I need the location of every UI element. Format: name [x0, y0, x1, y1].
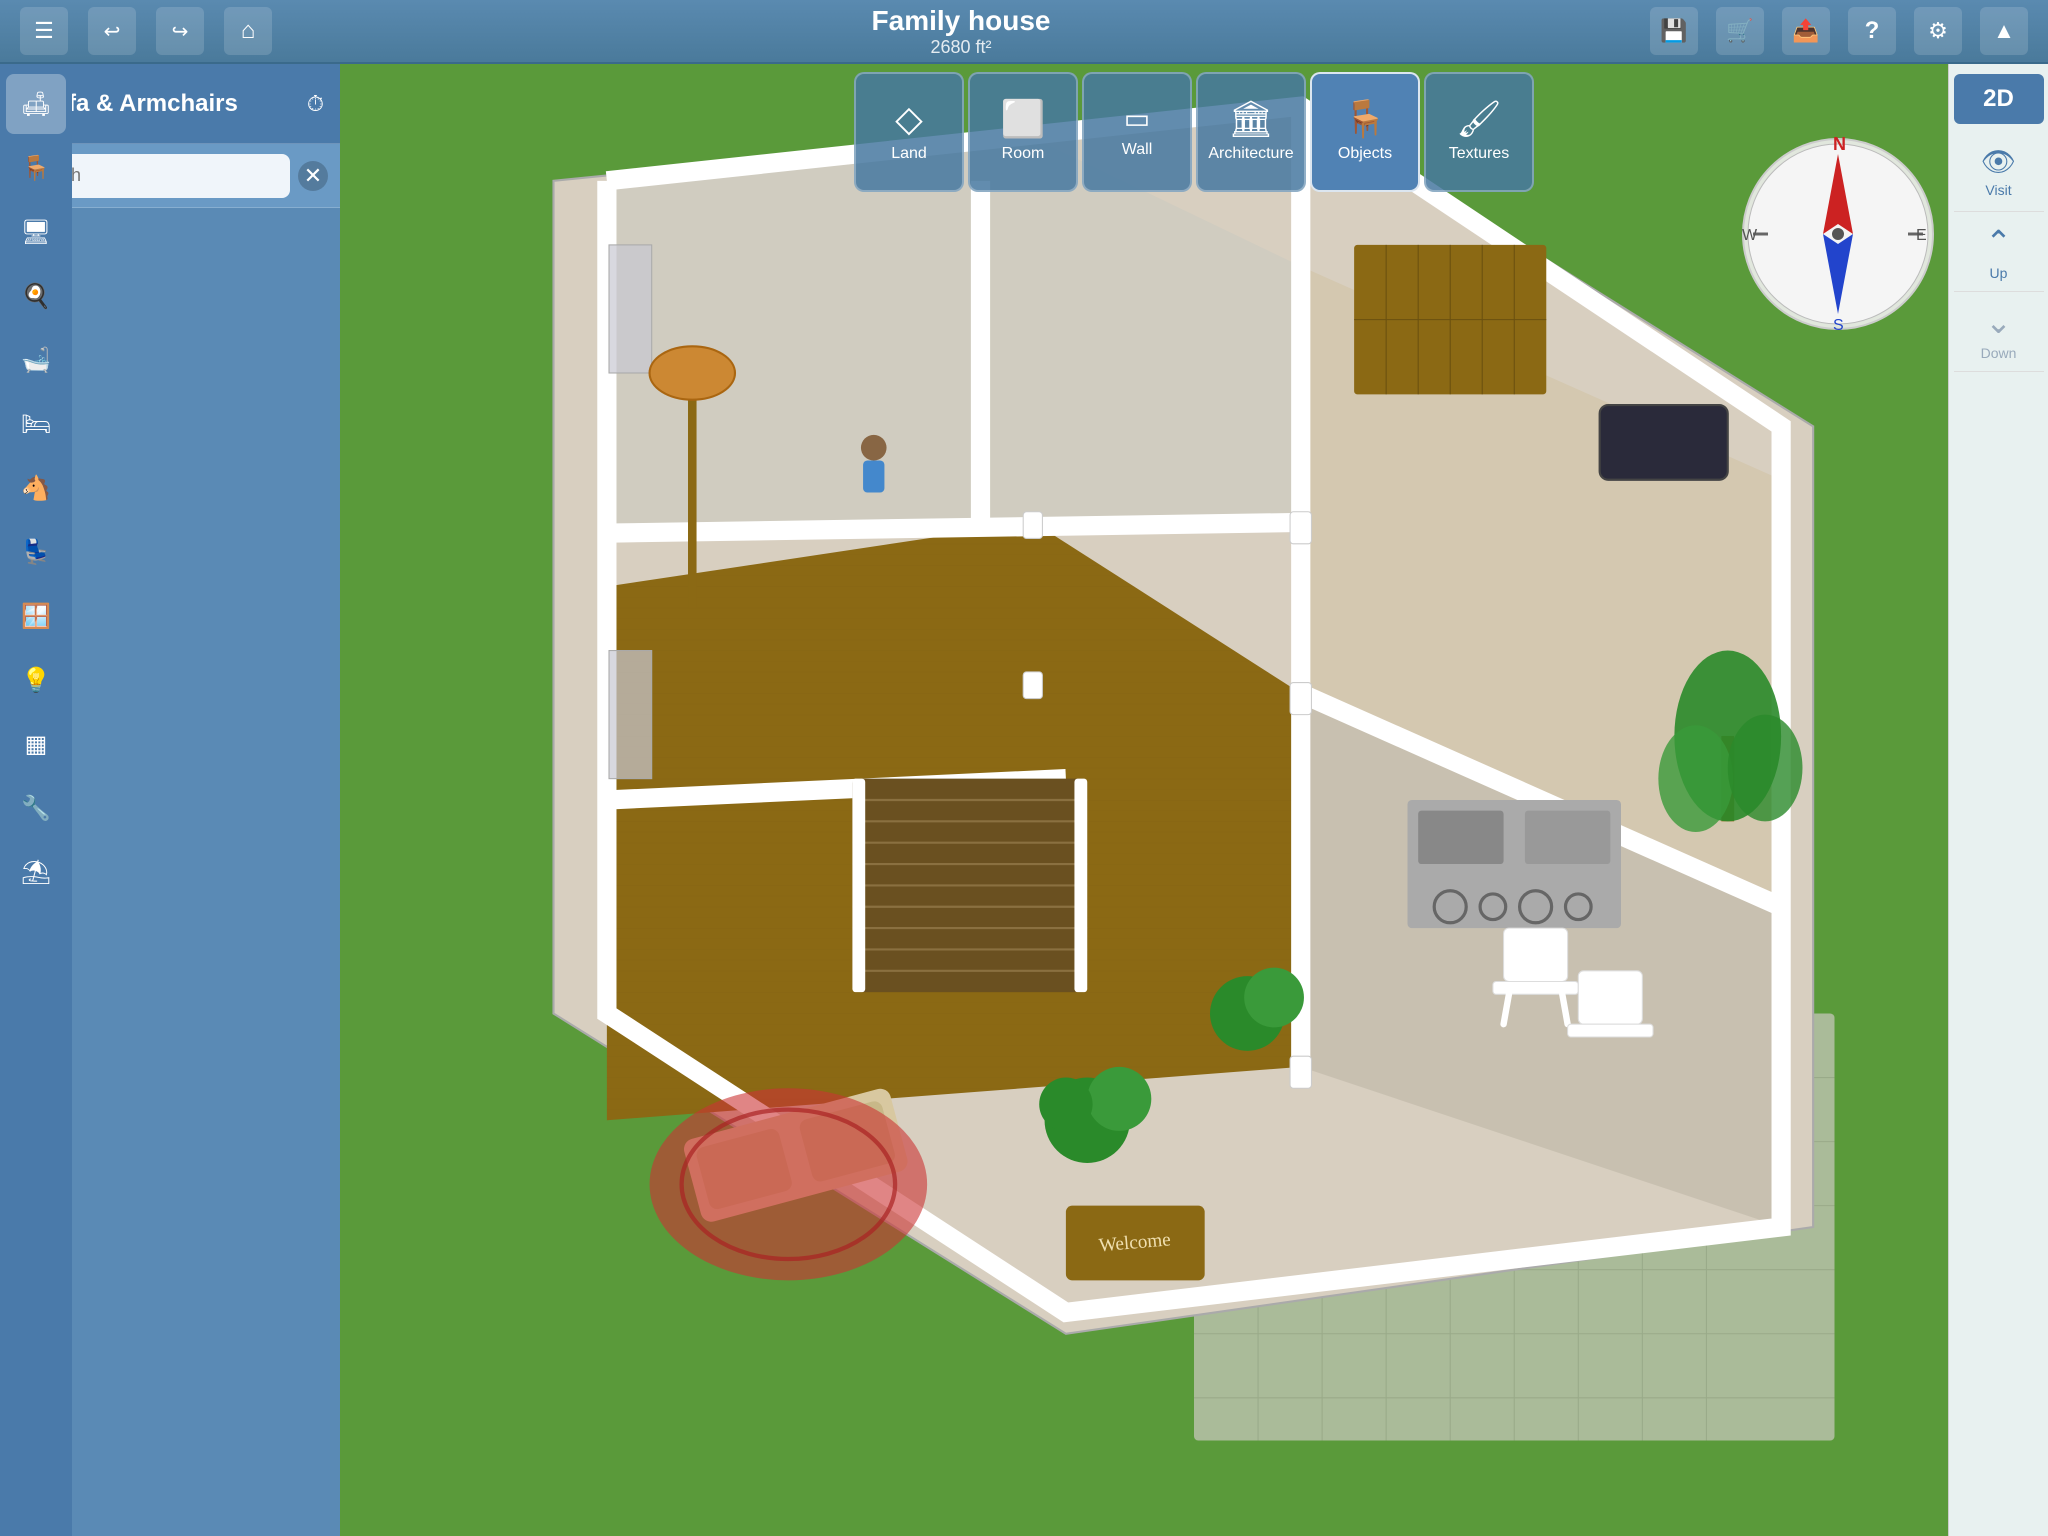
- objects-icon: 🪑: [1343, 101, 1388, 137]
- compass: N S W E: [1738, 134, 1938, 334]
- down-button[interactable]: ⌄ Down: [1954, 292, 2044, 372]
- undo-button[interactable]: ↩: [88, 7, 136, 55]
- view-2d-button[interactable]: 2D: [1954, 74, 2044, 124]
- top-bar: ☰ ↩ ↪ ⌂ Family house 2680 ft² 💾 🛒 📤 ? ⚙: [0, 0, 2048, 64]
- sidebar-item-outdoor[interactable]: ⛱: [6, 842, 66, 902]
- sidebar-item-lamp[interactable]: 💡: [6, 650, 66, 710]
- sidebar-item-desk[interactable]: 🖥: [6, 202, 66, 262]
- architecture-icon: 🏛: [1228, 101, 1274, 137]
- sidebar-item-bed[interactable]: 🛏: [6, 394, 66, 454]
- top-bar-right: 💾 🛒 📤 ? ⚙ ▲: [1650, 7, 2028, 55]
- svg-text:E: E: [1916, 227, 1927, 244]
- tool-land-label: Land: [891, 145, 927, 163]
- user-icon: ▲: [1993, 18, 2015, 44]
- svg-text:W: W: [1742, 227, 1758, 244]
- tool-room-button[interactable]: ⬜ Room: [968, 72, 1078, 192]
- undo-icon: ↩: [104, 19, 121, 44]
- tool-architecture-button[interactable]: 🏛 Architecture: [1196, 72, 1306, 192]
- sidebar-item-radiator[interactable]: ▦: [6, 714, 66, 774]
- category-title: Sofa & Armchairs: [37, 90, 295, 118]
- tool-room-label: Room: [1002, 145, 1045, 163]
- land-icon: ◇: [895, 101, 923, 137]
- home-button[interactable]: ⌂: [224, 7, 272, 55]
- visit-button[interactable]: 👁 Visit: [1954, 132, 2044, 212]
- sidebar-item-toy[interactable]: 🐴: [6, 458, 66, 518]
- menu-button[interactable]: ☰: [20, 7, 68, 55]
- wall-icon: ▭: [1124, 105, 1150, 133]
- down-label: Down: [1981, 345, 2017, 361]
- sidebar-item-sofa[interactable]: 🛋: [6, 74, 66, 134]
- up-arrow-icon: ⌃: [1985, 223, 2012, 261]
- up-button[interactable]: ⌃ Up: [1954, 212, 2044, 292]
- view-2d-label: 2D: [1983, 85, 2014, 113]
- search-clear-button[interactable]: ✕: [298, 161, 328, 191]
- share-icon: 📤: [1792, 18, 1819, 44]
- help-icon: ?: [1865, 17, 1880, 45]
- visit-label: Visit: [1985, 182, 2011, 198]
- tool-wall-label: Wall: [1122, 141, 1153, 159]
- tool-wall-button[interactable]: ▭ Wall: [1082, 72, 1192, 192]
- help-button[interactable]: ?: [1848, 7, 1896, 55]
- home-icon: ⌂: [241, 17, 256, 45]
- sidebar-item-office[interactable]: 💺: [6, 522, 66, 582]
- tool-objects-label: Objects: [1338, 145, 1392, 163]
- redo-button[interactable]: ↪: [156, 7, 204, 55]
- tool-textures-label: Textures: [1449, 145, 1509, 163]
- user-button[interactable]: ▲: [1980, 7, 2028, 55]
- settings-icon: ⚙: [1928, 18, 1948, 44]
- tool-architecture-label: Architecture: [1208, 145, 1293, 163]
- right-panel: 2D 👁 Visit ⌃ Up ⌄ Down: [1948, 64, 2048, 1536]
- save-icon: 💾: [1660, 18, 1687, 44]
- share-button[interactable]: 📤: [1782, 7, 1830, 55]
- save-button[interactable]: 💾: [1650, 7, 1698, 55]
- project-subtitle: 2680 ft²: [930, 37, 991, 58]
- cart-button[interactable]: 🛒: [1716, 7, 1764, 55]
- eye-icon: 👁: [1981, 145, 2017, 178]
- up-label: Up: [1990, 265, 2008, 281]
- svg-text:S: S: [1833, 317, 1844, 334]
- sidebar-item-tool[interactable]: 🔧: [6, 778, 66, 838]
- textures-icon: 🖌: [1456, 101, 1502, 137]
- menu-icon: ☰: [34, 18, 54, 44]
- project-title: Family house: [872, 5, 1051, 37]
- cart-icon: 🛒: [1726, 18, 1753, 44]
- top-bar-center: Family house 2680 ft²: [872, 5, 1051, 58]
- sidebar-item-bath[interactable]: 🛁: [6, 330, 66, 390]
- sidebar-item-kitchen[interactable]: 🍳: [6, 266, 66, 326]
- settings-button[interactable]: ⚙: [1914, 7, 1962, 55]
- svg-text:N: N: [1833, 134, 1846, 154]
- history-button[interactable]: ⏱: [307, 91, 324, 117]
- redo-icon: ↪: [172, 19, 189, 44]
- main-canvas[interactable]: Welcome: [340, 64, 2048, 1536]
- room-icon: ⬜: [1001, 101, 1046, 137]
- icon-strip: 🛋 🪑 🖥 🍳 🛁 🛏 🐴 💺 🪟 💡 ▦ 🔧 ⛱: [0, 64, 72, 1536]
- sidebar-item-chair[interactable]: 🪑: [6, 138, 66, 198]
- sidebar-item-curtain[interactable]: 🪟: [6, 586, 66, 646]
- down-arrow-icon: ⌄: [1985, 303, 2012, 341]
- tool-land-button[interactable]: ◇ Land: [854, 72, 964, 192]
- top-bar-left: ☰ ↩ ↪ ⌂: [20, 7, 272, 55]
- tool-textures-button[interactable]: 🖌 Textures: [1424, 72, 1534, 192]
- tool-objects-button[interactable]: 🪑 Objects: [1310, 72, 1420, 192]
